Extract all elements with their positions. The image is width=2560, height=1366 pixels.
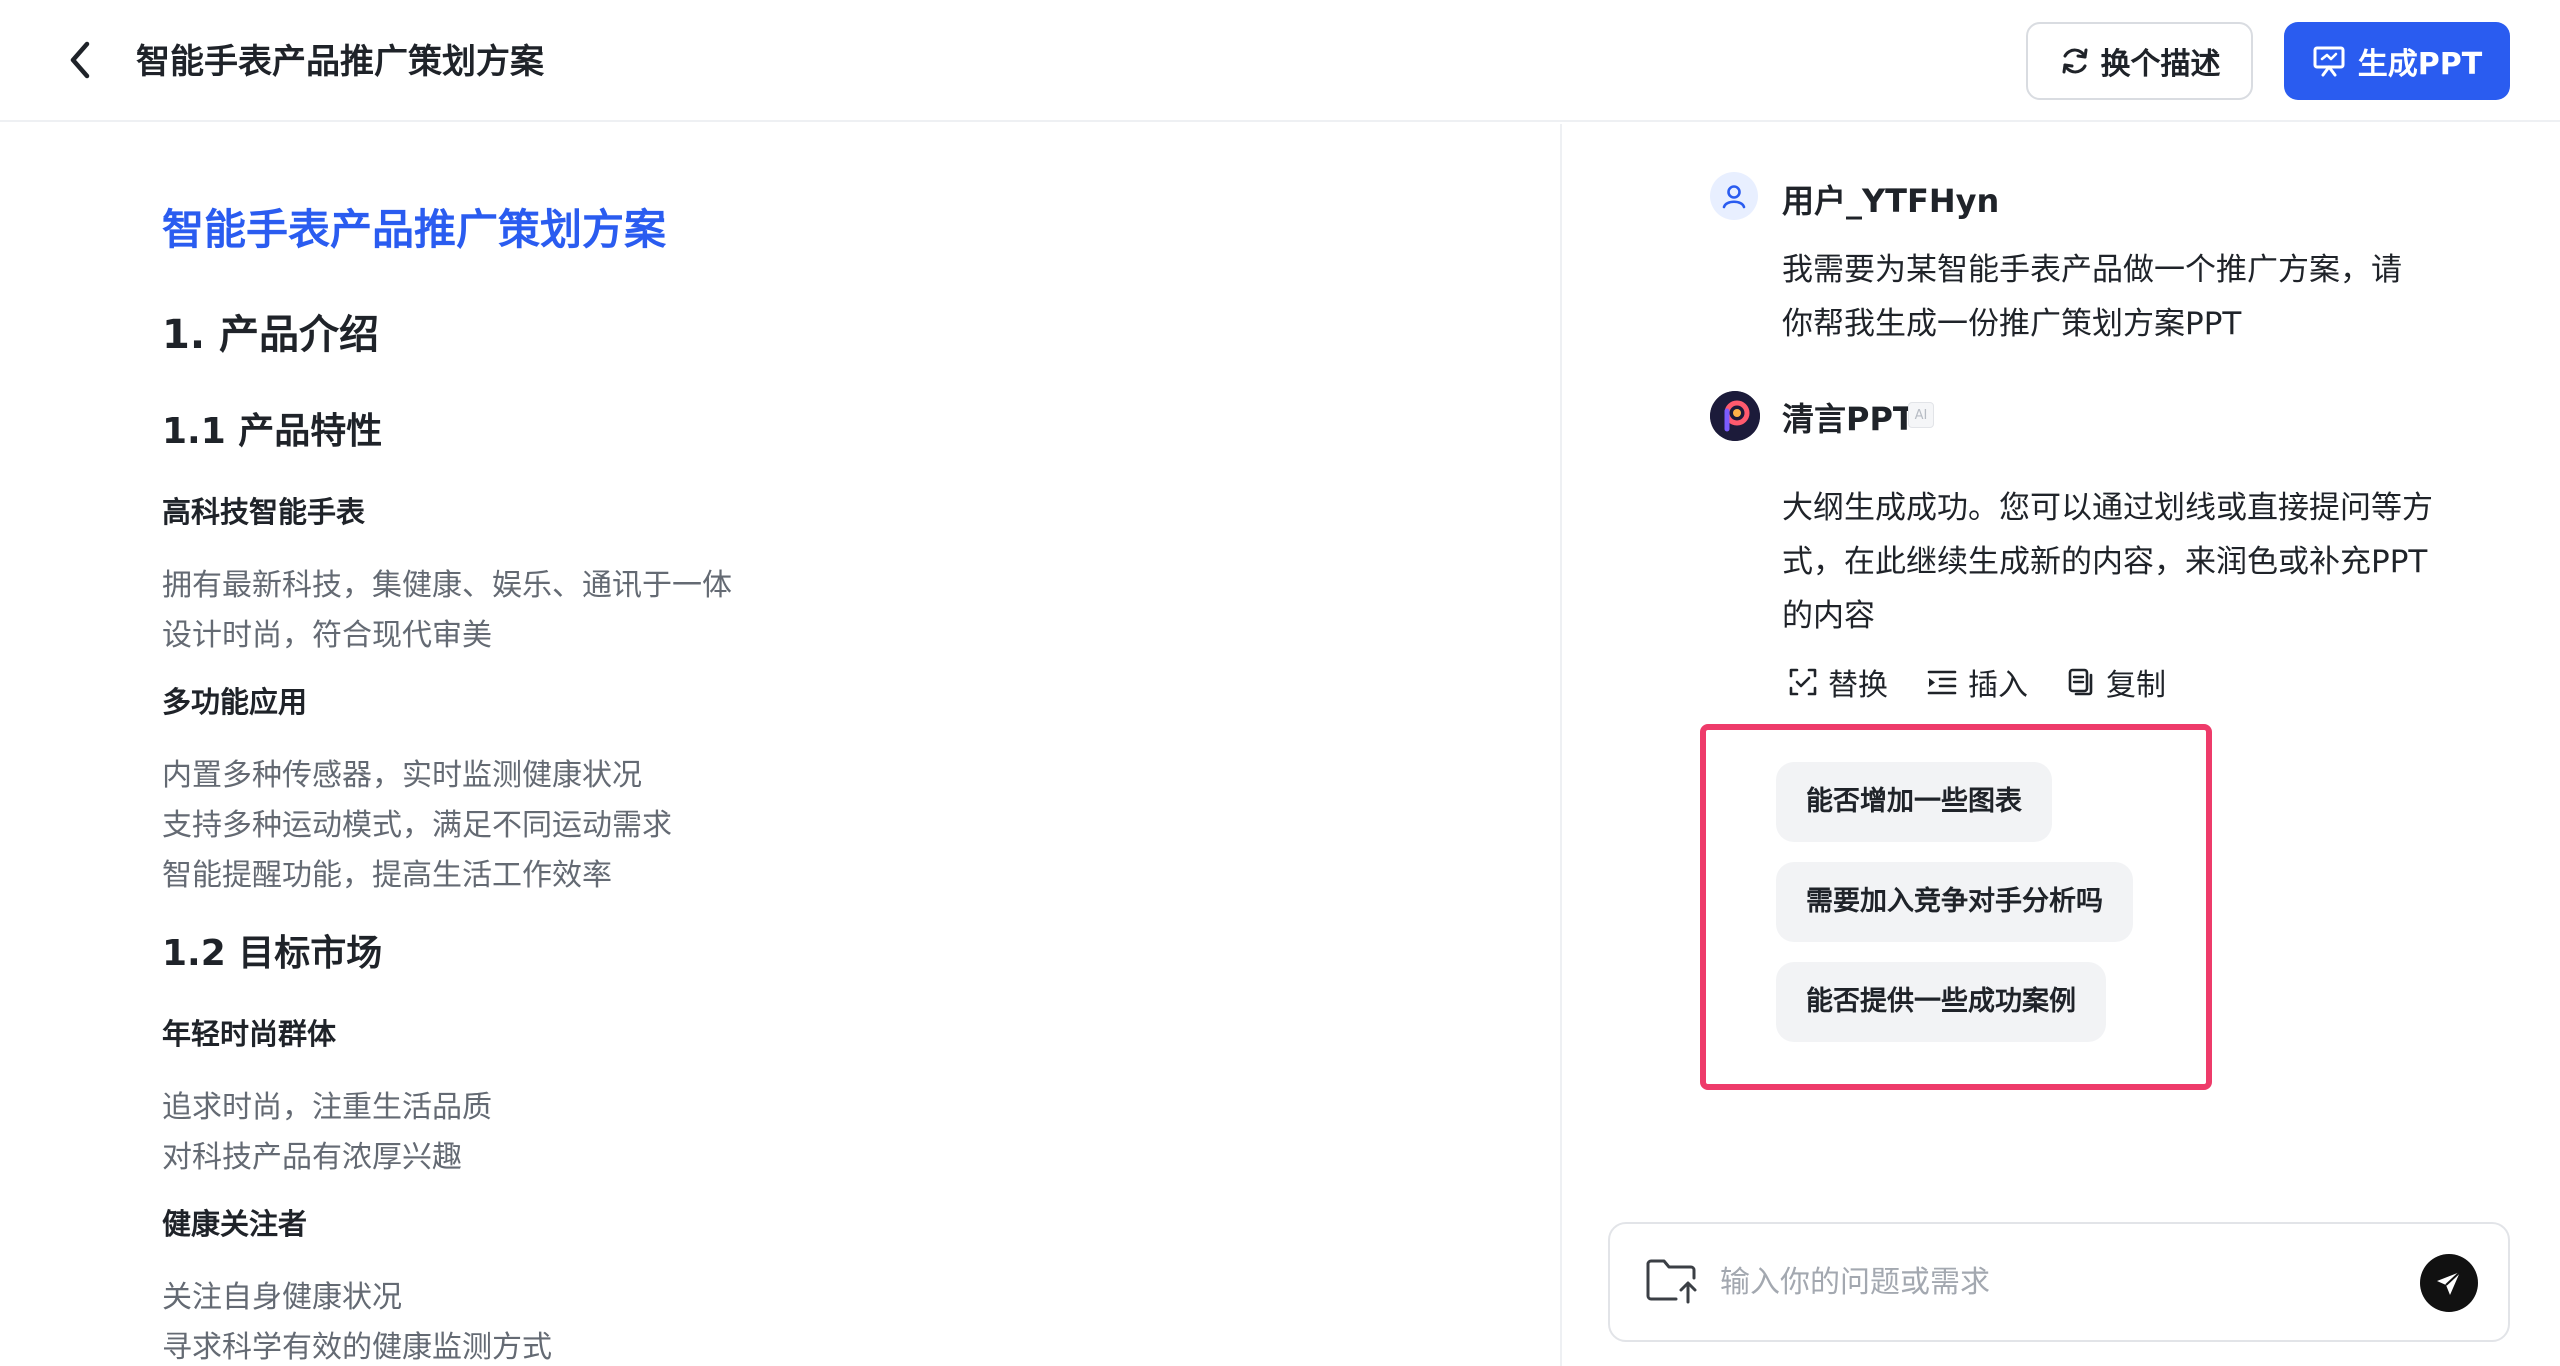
chat-input[interactable] — [1720, 1252, 2360, 1312]
send-icon — [2437, 1271, 2461, 1295]
copy-label: 复制 — [2106, 668, 2166, 703]
generate-ppt-button[interactable]: 生成PPT — [2284, 22, 2510, 100]
chevron-left-icon — [70, 41, 90, 79]
bot-name: 清言PPT — [1782, 400, 1915, 438]
body-line: 支持多种运动模式，满足不同运动需求 — [162, 808, 672, 843]
replace-label: 替换 — [1828, 668, 1888, 703]
document-title: 智能手表产品推广策划方案 — [162, 205, 667, 254]
group-title: 高科技智能手表 — [162, 495, 366, 529]
group-title: 年轻时尚群体 — [162, 1017, 337, 1051]
bot-message-line: 式，在此继续生成新的内容，来润色或补充PPT — [1782, 544, 2428, 580]
replace-icon — [1789, 668, 1817, 696]
presentation-icon — [2313, 46, 2345, 77]
subsection-heading: 1.1 产品特性 — [162, 411, 383, 452]
ai-badge: AI — [1908, 402, 1934, 428]
user-message-line: 我需要为某智能手表产品做一个推广方案，请 — [1782, 252, 2402, 288]
body-line: 关注自身健康状况 — [162, 1280, 402, 1315]
generate-ppt-label: 生成PPT — [2357, 47, 2483, 82]
user-avatar — [1710, 172, 1758, 220]
group-title: 多功能应用 — [162, 685, 308, 719]
outline-document: 智能手表产品推广策划方案 1. 产品介绍 1.1 产品特性 高科技智能手表 拥有… — [0, 124, 1560, 1366]
insert-label: 插入 — [1968, 668, 2028, 703]
user-message-line: 你帮我生成一份推广策划方案PPT — [1782, 306, 2242, 342]
qingyan-logo-icon — [1710, 391, 1760, 441]
folder-upload-icon — [1646, 1259, 1697, 1304]
bot-message-line: 的内容 — [1782, 598, 1875, 634]
back-button[interactable] — [58, 38, 102, 82]
body-line: 对科技产品有浓厚兴趣 — [162, 1140, 462, 1175]
rewrite-button-label: 换个描述 — [2100, 47, 2221, 82]
insert-button[interactable]: 插入 — [1926, 660, 2028, 704]
top-bar: 智能手表产品推广策划方案 换个描述 生成PPT — [0, 0, 2560, 122]
user-icon — [1722, 185, 1746, 209]
upload-folder-button[interactable] — [1644, 1256, 1700, 1306]
chat-input-box — [1608, 1222, 2510, 1342]
body-line: 追求时尚，注重生活品质 — [162, 1090, 492, 1125]
bot-avatar — [1710, 391, 1760, 441]
rewrite-button[interactable]: 换个描述 — [2026, 22, 2253, 100]
suggestion-chip[interactable]: 能否提供一些成功案例 — [1776, 962, 2106, 1042]
body-line: 设计时尚，符合现代审美 — [162, 618, 492, 653]
copy-icon — [2068, 668, 2093, 696]
group-title: 健康关注者 — [162, 1207, 308, 1241]
send-button[interactable] — [2420, 1254, 2478, 1312]
copy-button[interactable]: 复制 — [2066, 660, 2166, 704]
bot-message-line: 大纲生成成功。您可以通过划线或直接提问等方 — [1782, 490, 2433, 526]
insert-icon — [1927, 670, 1957, 695]
user-name: 用户_YTFHyn — [1782, 182, 2000, 220]
body-line: 智能提醒功能，提高生活工作效率 — [162, 858, 612, 893]
refresh-icon — [2062, 48, 2087, 74]
page-title: 智能手表产品推广策划方案 — [136, 42, 544, 82]
section-heading: 1. 产品介绍 — [162, 312, 379, 358]
subsection-heading: 1.2 目标市场 — [162, 933, 383, 974]
suggestion-chip[interactable]: 能否增加一些图表 — [1776, 762, 2052, 842]
body-line: 内置多种传感器，实时监测健康状况 — [162, 758, 642, 793]
body-line: 拥有最新科技，集健康、娱乐、通讯于一体 — [162, 568, 732, 603]
message-actions: 替换 插入 复制 — [1788, 660, 2166, 704]
suggestion-chip[interactable]: 需要加入竞争对手分析吗 — [1776, 862, 2133, 942]
replace-button[interactable]: 替换 — [1788, 660, 1888, 704]
body-line: 寻求科学有效的健康监测方式 — [162, 1330, 552, 1365]
